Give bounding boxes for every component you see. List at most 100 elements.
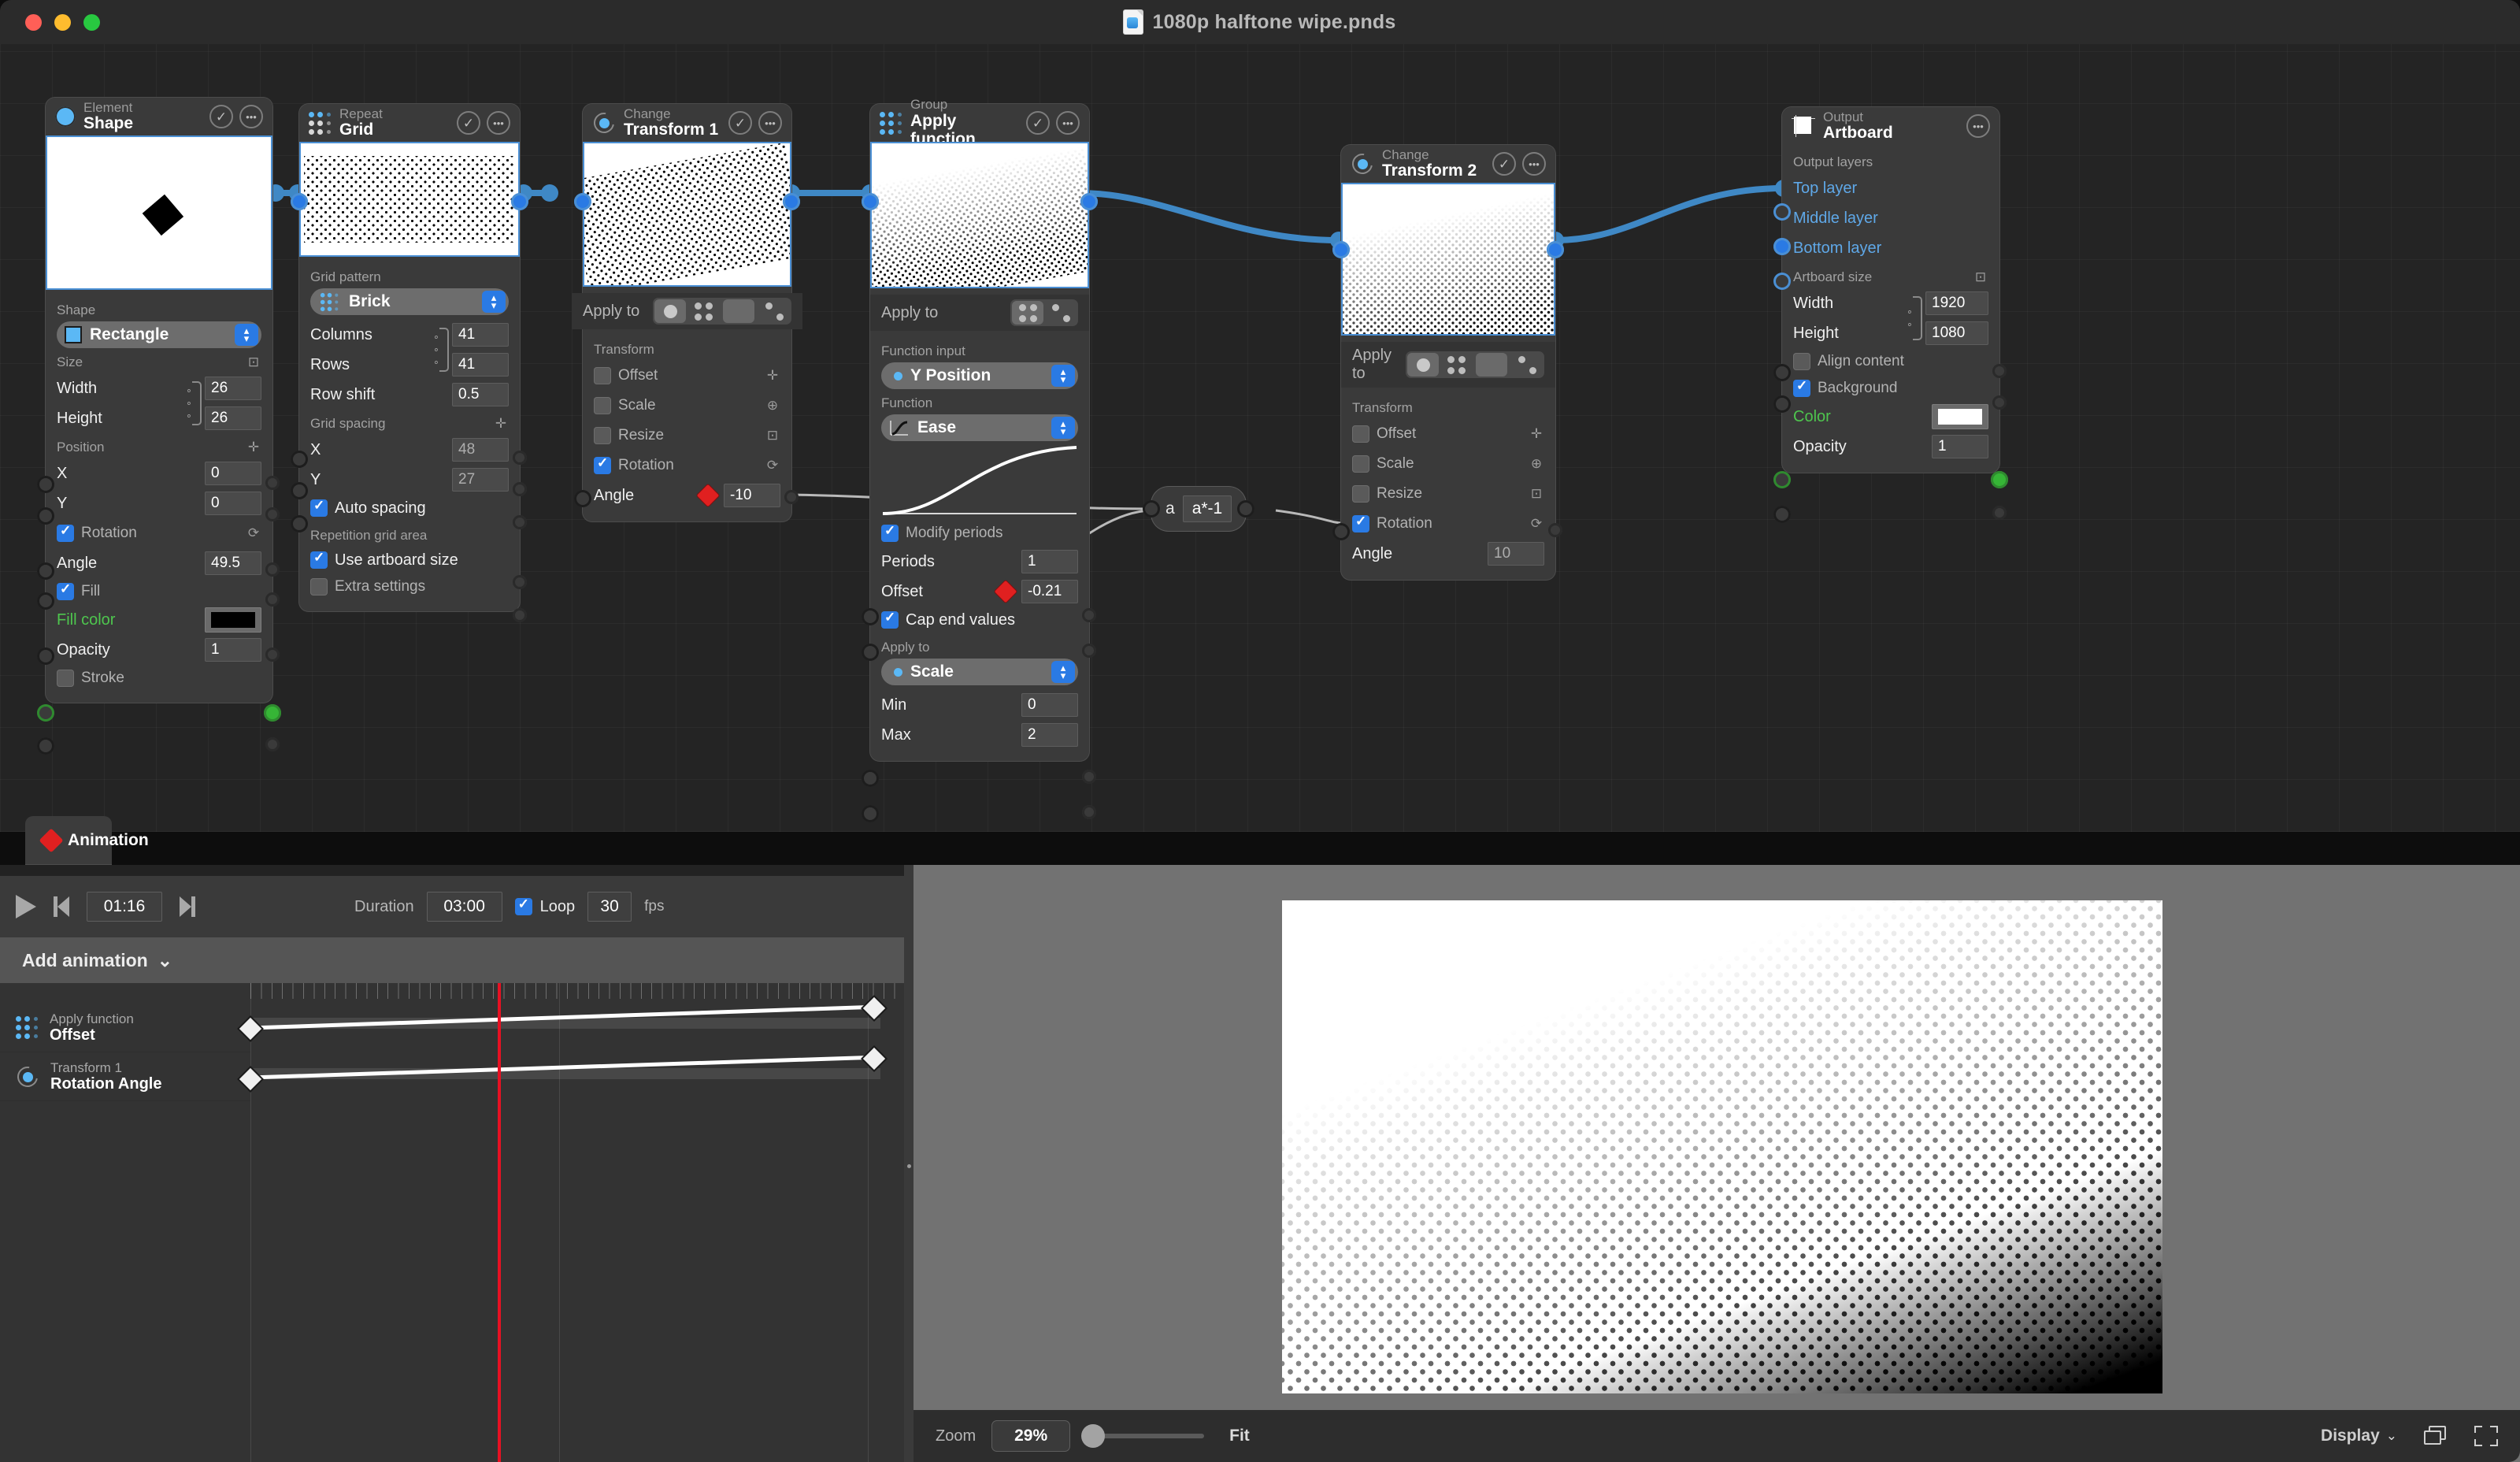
link-chain-icon[interactable]: ∘ ∘ ∘ xyxy=(433,331,439,369)
port-grid-in[interactable] xyxy=(291,193,308,210)
duration-field[interactable]: 03:00 xyxy=(426,892,502,922)
port-transform2-in[interactable] xyxy=(1332,241,1350,258)
port-transform2-out[interactable] xyxy=(1547,241,1564,258)
resize-checkbox[interactable] xyxy=(594,427,611,444)
port-applyfn-out[interactable] xyxy=(1080,193,1098,210)
y-input[interactable]: 0 xyxy=(205,492,261,515)
resize-icon[interactable]: ⊡ xyxy=(246,354,261,370)
function-dropdown[interactable]: Ease ▴ ▾ xyxy=(881,414,1078,441)
rows-input[interactable]: 41 xyxy=(452,353,509,377)
scale-checkbox[interactable] xyxy=(1352,455,1369,473)
port-transform1-in[interactable] xyxy=(574,193,591,210)
max-input[interactable]: 2 xyxy=(1021,723,1078,747)
port-applyfn-in[interactable] xyxy=(862,193,879,210)
rotate-icon[interactable]: ⟳ xyxy=(1529,516,1544,532)
port-middle-layer[interactable] xyxy=(1773,238,1791,255)
port-spacingx-out[interactable] xyxy=(513,575,527,589)
shape-type-dropdown[interactable]: Rectangle ▴ ▾ xyxy=(57,321,261,348)
loop-checkbox[interactable] xyxy=(514,896,532,915)
port-rowshift-out[interactable] xyxy=(513,515,527,529)
more-options-icon[interactable] xyxy=(487,111,510,135)
width-input[interactable]: 1920 xyxy=(1925,291,1988,315)
scale-checkbox[interactable] xyxy=(594,397,611,414)
apply-to-segmented[interactable] xyxy=(653,298,791,325)
periods-input[interactable]: 1 xyxy=(1021,550,1078,573)
rotation-checkbox[interactable] xyxy=(1352,514,1369,532)
port-offset-out[interactable] xyxy=(1082,644,1096,658)
enable-toggle-icon[interactable] xyxy=(728,111,752,135)
rotation-checkbox[interactable] xyxy=(594,455,611,474)
port-color-out[interactable] xyxy=(1991,471,2008,488)
chevron-updown-icon[interactable]: ▴ ▾ xyxy=(482,291,506,313)
apply-to-single-icon[interactable] xyxy=(654,299,686,323)
node-artboard-header[interactable]: Output Artboard xyxy=(1782,107,1999,145)
more-options-icon[interactable] xyxy=(1056,111,1080,135)
chevron-updown-icon[interactable]: ▴ ▾ xyxy=(1051,365,1075,387)
play-button[interactable] xyxy=(16,895,36,918)
port-opacity-in[interactable] xyxy=(37,737,54,755)
modify-periods-checkbox[interactable] xyxy=(881,523,899,542)
artboard-preview[interactable] xyxy=(1282,900,2162,1393)
link-chain-icon[interactable]: ∘ ∘ xyxy=(1907,306,1913,331)
node-transform-1-header[interactable]: Change Transform 1 xyxy=(583,104,791,142)
apply-to2-dropdown[interactable]: Scale ▴ ▾ xyxy=(881,659,1078,685)
port-fillcolor-out[interactable] xyxy=(264,704,281,722)
port-expression-out[interactable] xyxy=(1237,500,1255,518)
node-transform-2[interactable]: Change Transform 2 Apply to Transform xyxy=(1332,145,1564,580)
apply-to-group-icon[interactable] xyxy=(1012,301,1043,325)
extra-settings-checkbox[interactable] xyxy=(310,578,328,596)
port-grid-out[interactable] xyxy=(511,193,528,210)
tab-animation[interactable]: Animation xyxy=(25,816,149,865)
port-color-in[interactable] xyxy=(1773,471,1791,488)
layers-icon[interactable] xyxy=(2424,1426,2448,1446)
resize-icon[interactable]: ⊡ xyxy=(1529,486,1544,502)
node-graph-canvas[interactable]: Element Shape Shape Rectangle ▴▾ Size ⊡ xyxy=(0,44,2520,832)
node-shape-header[interactable]: Element Shape xyxy=(46,98,272,135)
chevron-updown-icon[interactable]: ▴ ▾ xyxy=(1051,661,1075,683)
chevron-down-icon[interactable]: ⌄ xyxy=(2386,1428,2397,1444)
track-row-rotation-angle[interactable]: Transform 1 Rotation Angle xyxy=(0,1052,250,1101)
fill-checkbox[interactable] xyxy=(57,581,74,600)
opacity-input[interactable]: 1 xyxy=(205,638,261,662)
move-icon[interactable]: ✛ xyxy=(493,416,509,432)
ease-curve-graph[interactable] xyxy=(881,446,1078,518)
offset-checkbox[interactable] xyxy=(1352,425,1369,443)
apply-to-individual-icon[interactable] xyxy=(1045,301,1077,325)
timeline-playhead[interactable] xyxy=(498,983,501,1462)
add-animation-button[interactable]: Add animation ⌄ xyxy=(0,937,914,983)
enable-toggle-icon[interactable] xyxy=(1026,111,1050,135)
timeline-panel[interactable]: 01:16 Duration 03:00 Loop 30 fps Add ani… xyxy=(0,865,914,1462)
width-input[interactable]: 26 xyxy=(205,377,261,400)
use-artboard-size-checkbox[interactable] xyxy=(310,550,328,569)
panel-splitter[interactable] xyxy=(904,865,914,1462)
grid-pattern-dropdown[interactable]: Brick ▴ ▾ xyxy=(310,288,509,315)
align-content-checkbox[interactable] xyxy=(1793,353,1810,370)
port-columns-in[interactable] xyxy=(291,451,308,468)
port-periods-out[interactable] xyxy=(1082,608,1096,622)
port-bottom-layer[interactable] xyxy=(1773,273,1791,290)
more-options-icon[interactable] xyxy=(758,111,782,135)
rotate-icon[interactable]: ⟳ xyxy=(246,525,261,541)
x-input[interactable]: 0 xyxy=(205,462,261,485)
port-min-out[interactable] xyxy=(1082,770,1096,784)
scale-icon[interactable]: ⊕ xyxy=(765,398,780,414)
apply-to-single-icon[interactable] xyxy=(1407,353,1439,377)
port-height-in[interactable] xyxy=(1773,395,1791,413)
node-apply-function-header[interactable]: Group Apply function xyxy=(870,98,1089,148)
port-angle-in[interactable] xyxy=(1332,523,1350,540)
port-height-out[interactable] xyxy=(265,507,280,521)
more-options-icon[interactable] xyxy=(1966,114,1990,138)
node-expression[interactable]: a a*-1 xyxy=(1143,487,1255,531)
port-opacity-in[interactable] xyxy=(1773,506,1791,523)
node-transform-1[interactable]: Change Transform 1 Apply to Transform xyxy=(572,104,802,521)
port-rows-in[interactable] xyxy=(291,482,308,499)
port-opacity-out[interactable] xyxy=(265,737,280,751)
more-options-icon[interactable] xyxy=(239,105,263,128)
port-width-in[interactable] xyxy=(1773,364,1791,381)
current-time-field[interactable]: 01:16 xyxy=(87,892,162,922)
node-apply-function[interactable]: Group Apply function Apply to Function i… xyxy=(862,98,1098,822)
port-max-out[interactable] xyxy=(1082,805,1096,819)
spacing-x-input[interactable]: 48 xyxy=(452,438,509,462)
cap-end-values-checkbox[interactable] xyxy=(881,610,899,629)
port-rows-out[interactable] xyxy=(513,482,527,496)
